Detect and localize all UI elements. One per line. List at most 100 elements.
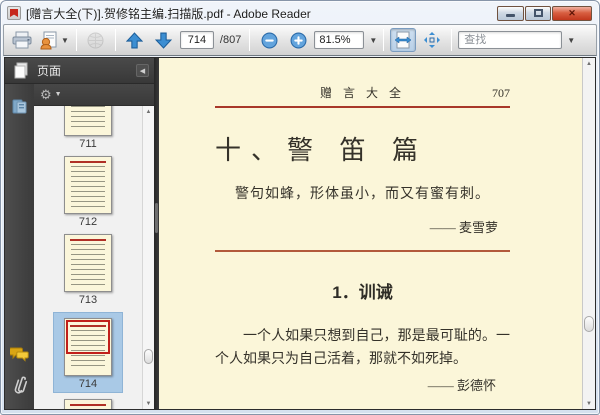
window-controls: ✕ [497, 6, 592, 21]
toolbar-separator [249, 29, 250, 51]
zoom-in-icon [290, 32, 307, 49]
thumbnail-label: 711 [79, 138, 97, 150]
document-viewport: 赠 言 大 全 707 十、警 笛 篇 警句如蜂，形体虽小，而又有蜜有刺。 ——… [159, 58, 595, 409]
fit-page-icon [423, 31, 441, 49]
current-view-box[interactable] [66, 320, 110, 354]
thumbnails-options-bar: ⚙ ▼ [34, 84, 154, 106]
collaborate-icon [86, 31, 105, 50]
thumbnail-textlines [71, 106, 105, 130]
epigraph-author: —— 麦雪萝 [215, 217, 498, 236]
fit-page-button[interactable] [419, 28, 445, 52]
page-text-block: 赠 言 大 全 707 十、警 笛 篇 警句如蜂，形体虽小，而又有蜜有刺。 ——… [215, 84, 510, 409]
quote-author: —— 彭德怀 [215, 375, 496, 394]
pdf-page[interactable]: 赠 言 大 全 707 十、警 笛 篇 警句如蜂，形体虽小，而又有蜜有刺。 ——… [159, 58, 582, 409]
thumbnails-panel: ⚙ ▼ 711 [34, 84, 154, 409]
toolbar-separator [383, 29, 384, 51]
quote-text: 一个人如果只想到自己，那是最可耻的。一个人如果只为自己活着，那就不如死掉。 [215, 325, 510, 371]
thumbnail-redline [70, 404, 106, 406]
pages-panel-icon [13, 62, 29, 79]
thumbnail-textlines [71, 244, 105, 286]
print-icon [12, 31, 32, 49]
document-scrollbar[interactable]: ▲ ▼ [582, 58, 595, 409]
thumbnail-item-714-selected[interactable]: 714 [53, 312, 123, 393]
attachments-tab[interactable] [12, 375, 28, 395]
thumbnail-page [64, 318, 112, 376]
thumbnail-item-712[interactable]: 712 [64, 156, 112, 228]
paperclip-icon [12, 375, 28, 395]
thumbnail-scrollbar[interactable]: ▲ ▼ [142, 106, 154, 409]
collapse-panel-button[interactable]: ◀ [136, 64, 149, 77]
window-title: [赠言大全(下)].贺修铭主编.扫描版.pdf - Adobe Reader [26, 5, 497, 22]
previous-page-button[interactable] [122, 28, 148, 52]
thumbnail-item-next-partial[interactable] [64, 399, 112, 409]
scroll-down-icon[interactable]: ▼ [583, 398, 595, 409]
email-share-button[interactable]: ▼ [38, 28, 70, 52]
thumbnail-redline [70, 161, 106, 163]
quote-block: 一个人如果只想到自己，那是最可耻的。一个人如果只为自己活着，那就不如死掉。 ——… [215, 325, 510, 394]
fit-width-button[interactable] [390, 28, 416, 52]
scrollbar-thumb[interactable] [584, 316, 594, 332]
find-options-caret-icon[interactable]: ▼ [567, 36, 575, 45]
content-area: 页面 ◀ [4, 57, 596, 410]
find-input[interactable] [458, 31, 562, 49]
zoom-level-caret-icon[interactable]: ▼ [369, 36, 377, 45]
next-page-button[interactable] [151, 28, 177, 52]
thumbnail-item-713[interactable]: 713 [64, 234, 112, 306]
running-head: 赠 言 大 全 [320, 84, 405, 101]
chapter-title: 十、警 笛 篇 [215, 130, 510, 167]
toolbar-separator [76, 29, 77, 51]
section-heading: 1．训诫 [215, 278, 510, 303]
pages-panel-header: 页面 ◀ [5, 58, 154, 84]
thumbnail-redline [70, 239, 106, 241]
navigation-panel: 页面 ◀ [5, 58, 154, 409]
toolbar-separator [451, 29, 452, 51]
scroll-up-icon[interactable]: ▲ [583, 58, 595, 69]
scrollbar-thumb[interactable] [144, 349, 153, 364]
zoom-out-icon [261, 32, 278, 49]
zoom-level-combobox[interactable]: 81.5% [314, 31, 364, 49]
print-button[interactable] [9, 28, 35, 52]
options-caret-icon[interactable]: ▼ [55, 91, 62, 98]
page-folio: 707 [492, 86, 510, 101]
email-share-icon [39, 31, 59, 50]
thumbnail-label: 712 [79, 216, 97, 228]
thumbnail-page [64, 156, 112, 214]
bookmarks-icon [11, 98, 28, 115]
pdf-app-icon [7, 6, 21, 20]
pages-panel-title: 页面 [37, 62, 136, 79]
previous-page-icon [126, 32, 143, 49]
nav-body: ⚙ ▼ 711 [5, 84, 154, 409]
maximize-icon [534, 9, 543, 17]
collaborate-button [83, 28, 109, 52]
close-button[interactable]: ✕ [552, 6, 592, 21]
running-head-row: 赠 言 大 全 707 [215, 84, 510, 108]
comments-tab[interactable] [10, 346, 29, 363]
page-number-input[interactable] [180, 31, 214, 49]
panel-icon-strip [5, 84, 34, 409]
options-gear-icon[interactable]: ⚙ [40, 88, 52, 101]
epigraph: 警句如蜂，形体虽小，而又有蜜有刺。 [215, 183, 510, 203]
titlebar: [赠言大全(下)].贺修铭主编.扫描版.pdf - Adobe Reader ✕ [0, 0, 600, 24]
zoom-in-button[interactable] [285, 28, 311, 52]
minimize-button[interactable] [497, 6, 524, 21]
thumbnail-page [64, 399, 112, 409]
zoom-level-value: 81.5% [319, 34, 350, 46]
thumbnail-label: 713 [79, 294, 97, 306]
fit-width-icon [394, 31, 412, 49]
thumbnail-textlines [71, 166, 105, 208]
bookmarks-tab[interactable] [11, 98, 28, 115]
thumbnail-items: 711 712 [34, 106, 142, 409]
scroll-down-icon[interactable]: ▼ [143, 398, 154, 409]
maximize-button[interactable] [525, 6, 551, 21]
next-page-icon [155, 32, 172, 49]
minimize-icon [506, 14, 515, 17]
comments-icon [10, 346, 29, 363]
page-total-label: /807 [220, 34, 241, 46]
scroll-up-icon[interactable]: ▲ [143, 106, 154, 117]
email-share-caret-icon: ▼ [61, 36, 69, 45]
splitter-handle[interactable] [155, 203, 158, 233]
zoom-out-button[interactable] [256, 28, 282, 52]
thumbnail-label: 714 [79, 378, 97, 390]
thumbnail-item-711[interactable]: 711 [64, 106, 112, 150]
adobe-reader-window: [赠言大全(下)].贺修铭主编.扫描版.pdf - Adobe Reader ✕ [0, 0, 600, 415]
